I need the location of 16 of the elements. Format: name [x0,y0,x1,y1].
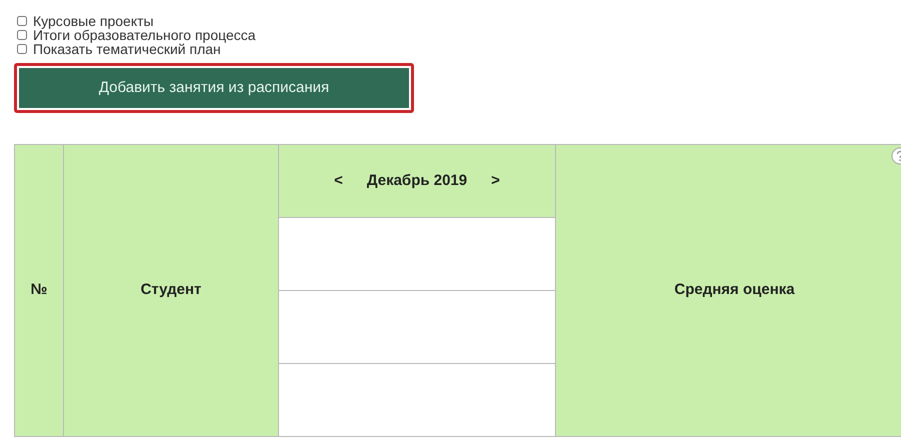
column-header: Студент [64,144,278,436]
day-cell[interactable] [278,364,556,436]
checkbox-label[interactable]: Курсовые проекты [33,14,154,28]
checkbox[interactable] [17,16,27,26]
day-cell[interactable] [278,218,556,290]
column-header: Средняя оценка [556,144,901,436]
next-month-link[interactable]: > [491,170,500,192]
month-label: Декабрь 2019 [366,170,468,191]
add-lessons-button[interactable]: Добавить занятия из расписания [19,68,409,108]
checkbox[interactable] [17,30,27,40]
checkbox[interactable] [17,44,27,54]
column-header: № [14,144,64,436]
checkbox-label[interactable]: Итоги образовательного процесса [33,28,256,42]
checkbox-label[interactable]: Показать тематический план [33,42,221,56]
day-cell[interactable] [278,290,556,364]
prev-month-link[interactable]: < [334,170,343,192]
